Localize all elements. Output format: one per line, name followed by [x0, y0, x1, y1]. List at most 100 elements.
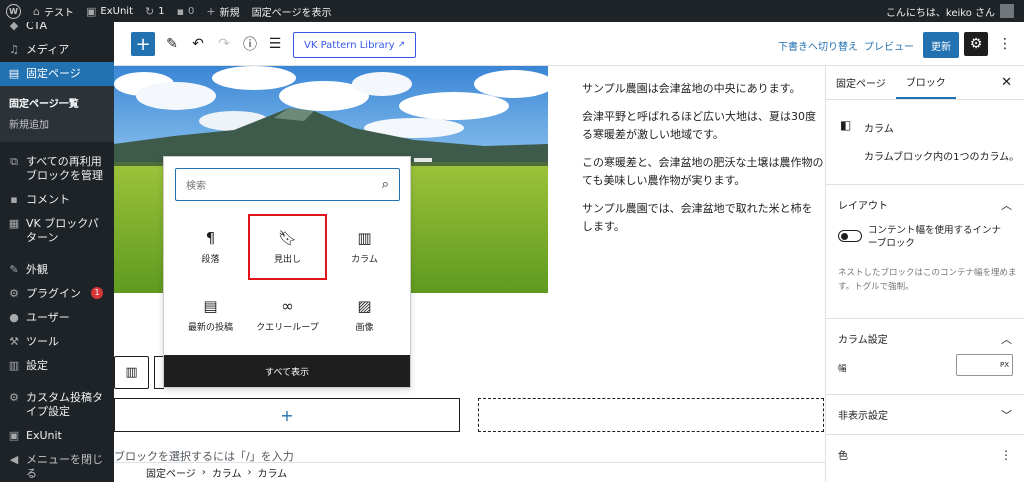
- paragraph[interactable]: サンプル農園では、会津盆地で取れた米と柿を します。: [582, 200, 825, 236]
- block-option-latest-posts[interactable]: ▤ 最新の投稿: [172, 283, 249, 347]
- sidebar-item-label: ExUnit: [26, 429, 62, 442]
- color-panel[interactable]: 色 ⋮: [826, 434, 1024, 474]
- vk-pattern-library-button[interactable]: VK Pattern Library ↗: [293, 32, 417, 58]
- sidebar-item-appearance[interactable]: ✎ 外観: [0, 258, 114, 282]
- width-label: 幅: [838, 364, 847, 374]
- more-vertical-icon[interactable]: ⋮: [1000, 448, 1012, 462]
- latest-posts-icon: ▤: [203, 296, 218, 315]
- submenu-all-pages[interactable]: 固定ページ一覧: [0, 92, 114, 113]
- comments-count: 0: [188, 5, 195, 17]
- width-control: 幅 PX: [826, 354, 1024, 394]
- empty-column-placeholder[interactable]: [478, 398, 824, 432]
- paragraph-line: ても美味しい農作物が実ります。: [582, 174, 746, 187]
- updates-menu[interactable]: ↻ 1: [139, 0, 171, 22]
- paragraph[interactable]: この寒暖差と、会津盆地の肥沃な土壌は農作物の ても美味しい農作物が実ります。: [582, 154, 825, 190]
- sidebar-item-comments[interactable]: ▪ コメント: [0, 188, 114, 212]
- sidebar-item-vk-patterns[interactable]: ▦ VK ブロックパターン: [0, 212, 114, 250]
- sidebar-item-media[interactable]: ♫ メディア: [0, 38, 114, 62]
- plugins-icon: ⚙: [9, 287, 19, 300]
- tab-label: ブロック: [905, 78, 946, 89]
- close-icon[interactable]: ✕: [1001, 75, 1012, 90]
- add-block-appender[interactable]: +: [114, 398, 460, 432]
- comments-menu[interactable]: ▪ 0: [171, 0, 201, 22]
- sidebar-item-label: カスタム投稿タイプ設定: [26, 391, 103, 418]
- sidebar-item-users[interactable]: ● ユーザー: [0, 306, 114, 330]
- undo-button[interactable]: ↶: [186, 32, 210, 56]
- paragraph-line: サンプル農園では、会津盆地で取れた米と柿を: [582, 202, 813, 215]
- default-block-hint[interactable]: ブロックを選択するには「/」を入力: [114, 448, 294, 462]
- sidebar-item-plugins[interactable]: ⚙ プラグイン 1: [0, 282, 114, 306]
- appearance-icon: ✎: [9, 263, 19, 276]
- sidebar-item-pages[interactable]: ▤ 固定ページ: [0, 62, 114, 86]
- sidebar-item-cta[interactable]: ◆ CTA: [0, 22, 114, 38]
- width-input[interactable]: PX: [956, 354, 1013, 376]
- my-account-menu[interactable]: こんにちは、keiko さん: [886, 4, 1024, 19]
- block-search-input[interactable]: 検索 ⌕: [175, 168, 400, 201]
- layout-panel-body: コンテント幅を使用するインナーブロック ネストしたブロックはこのコンテナ幅を埋め…: [826, 224, 1024, 318]
- redo-icon: ↷: [218, 36, 230, 52]
- settings-toggle-button[interactable]: ⚙: [964, 32, 988, 56]
- sidebar-item-custom-post-types[interactable]: ⚙ カスタム投稿タイプ設定: [0, 386, 114, 424]
- block-type-switcher[interactable]: ▥: [114, 356, 149, 389]
- sidebar-item-settings[interactable]: ▥ 設定: [0, 354, 114, 378]
- tab-block[interactable]: ブロック: [895, 66, 956, 99]
- breadcrumb-item[interactable]: カラム: [258, 465, 288, 480]
- tab-page[interactable]: 固定ページ: [826, 66, 896, 99]
- breadcrumb-item[interactable]: 固定ページ: [146, 465, 196, 480]
- block-card: ◧ カラム カラムブロック内の1つのカラム。: [826, 100, 1024, 184]
- block-option-image[interactable]: ▨ 画像: [326, 283, 403, 347]
- sidebar-item-tools[interactable]: ⚒ ツール: [0, 330, 114, 354]
- site-name-menu[interactable]: ⌂ テスト: [27, 0, 80, 22]
- sidebar-item-exunit[interactable]: ▣ ExUnit: [0, 424, 114, 448]
- site-name: テスト: [43, 7, 74, 19]
- sidebar-item-label: プラグイン: [26, 287, 81, 300]
- preview-button[interactable]: プレビュー: [864, 38, 914, 53]
- hidden-settings-panel-toggle[interactable]: 非表示設定 ﹀: [826, 394, 1024, 434]
- query-loop-icon: ∞: [281, 296, 294, 315]
- avatar: [1000, 4, 1014, 18]
- switch-to-draft-button[interactable]: 下書きへ切り替え: [778, 38, 858, 53]
- greeting: こんにちは、keiko さん: [885, 7, 995, 19]
- new-content-menu[interactable]: + 新規: [200, 0, 245, 22]
- paragraph-column[interactable]: サンプル農園は会津盆地の中央にあります。 会津平野と呼ばれるほど広い大地は、夏は…: [582, 80, 825, 246]
- view-page-link[interactable]: 固定ページを表示: [246, 0, 338, 22]
- block-inserter-toggle[interactable]: +: [131, 32, 155, 56]
- block-option-label: 段落: [201, 254, 220, 265]
- submenu-add-new[interactable]: 新規追加: [0, 113, 114, 134]
- details-button[interactable]: ⓘ: [238, 32, 262, 56]
- block-option-heading[interactable]: 🔖︎ 見出し: [248, 214, 327, 280]
- pencil-icon: ✎: [166, 36, 178, 52]
- paragraph-line: る寒暖差が激しい地域です。: [582, 128, 724, 141]
- collapse-menu-button[interactable]: ◀ メニューを閉じる: [0, 448, 114, 482]
- toggle-label: コンテント幅を使用するインナーブロック: [868, 225, 1002, 249]
- exunit-menu[interactable]: ▣ ExUnit: [80, 0, 139, 22]
- paragraph[interactable]: 会津平野と呼ばれるほど広い大地は、夏は30度 る寒暖差が激しい地域です。: [582, 108, 825, 144]
- redo-button[interactable]: ↷: [212, 32, 236, 56]
- wordpress-logo-menu[interactable]: W: [0, 0, 27, 22]
- sidebar-item-label: ツール: [26, 335, 59, 348]
- browse-all-label: すべて表示: [264, 367, 309, 378]
- info-icon: ⓘ: [243, 37, 257, 53]
- list-view-button[interactable]: ☰: [263, 32, 287, 56]
- tools-button[interactable]: ✎: [160, 32, 184, 56]
- block-option-paragraph[interactable]: ¶ 段落: [172, 215, 249, 279]
- breadcrumb-item[interactable]: カラム: [212, 465, 242, 480]
- block-option-columns[interactable]: ▥ カラム: [326, 215, 403, 279]
- browse-all-button[interactable]: すべて表示: [164, 355, 410, 387]
- paragraph[interactable]: サンプル農園は会津盆地の中央にあります。: [582, 80, 825, 98]
- chevron-up-icon: ︿: [1001, 332, 1012, 346]
- inner-blocks-toggle[interactable]: [838, 230, 862, 242]
- more-vertical-icon: ⋮: [998, 36, 1012, 52]
- column-settings-panel-toggle[interactable]: カラム設定 ︿: [826, 318, 1024, 358]
- plugins-update-badge: 1: [91, 287, 103, 299]
- layout-panel-toggle[interactable]: レイアウト ︿: [826, 184, 1024, 224]
- block-option-query-loop[interactable]: ∞ クエリーループ: [249, 283, 326, 347]
- panel-title: 色: [838, 451, 848, 462]
- options-menu-button[interactable]: ⋮: [998, 32, 1012, 56]
- sidebar-item-reusable-blocks[interactable]: ⧉ すべての再利用ブロックを管理: [0, 150, 114, 188]
- users-icon: ●: [9, 311, 19, 324]
- unit-label: PX: [999, 361, 1009, 369]
- comments-icon: ▪: [10, 193, 18, 206]
- update-button[interactable]: 更新: [923, 32, 959, 58]
- toggle-help-text: ネストしたブロックはこのコンテナ幅を埋めます。トグルで強制。: [838, 268, 1017, 292]
